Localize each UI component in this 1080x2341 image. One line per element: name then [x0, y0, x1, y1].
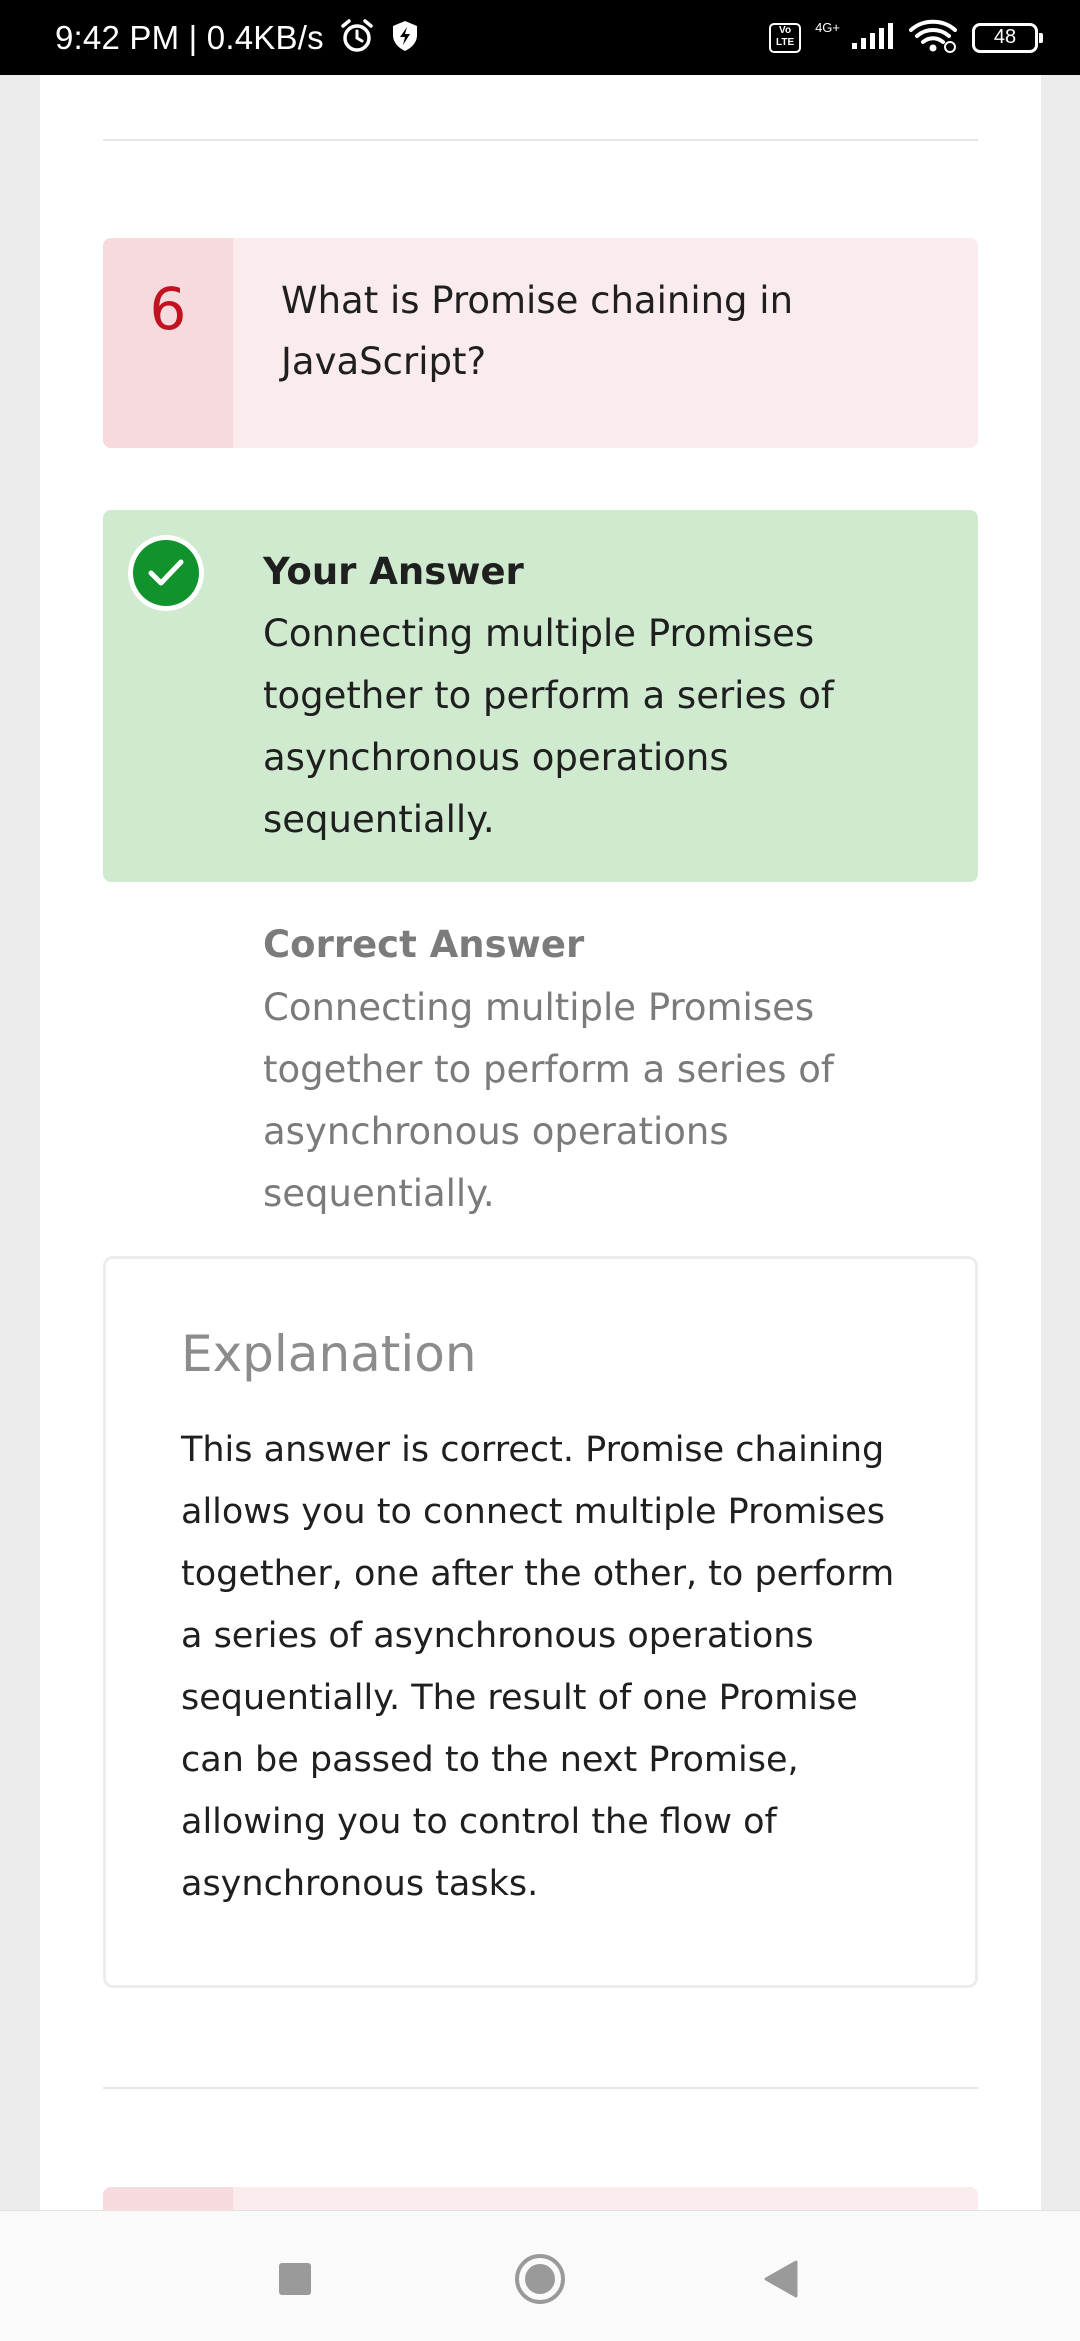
volte-icon: Vo LTE [769, 22, 802, 53]
explanation-title: Explanation [181, 1325, 477, 1383]
battery-indicator: 48 [972, 22, 1043, 53]
your-answer-title: Your Answer [263, 550, 524, 593]
signal-icon [850, 21, 894, 55]
explanation-text: This answer is correct. Promise chaining… [181, 1430, 895, 1904]
shield-bolt-icon [390, 19, 420, 57]
navigation-bar [0, 2210, 1080, 2341]
correct-answer-title: Correct Answer [263, 923, 585, 966]
square-icon [279, 2263, 311, 2295]
explanation-box: Explanation This answer is correct. Prom… [103, 1256, 978, 1988]
question-number: 6 [103, 238, 233, 448]
recent-apps-button[interactable] [260, 2244, 330, 2314]
status-left: 9:42 PM | 0.4KB/s [55, 17, 420, 59]
back-button[interactable] [746, 2244, 816, 2314]
your-answer-box: Your Answer Connecting multiple Promises… [103, 510, 978, 882]
home-circle-icon [515, 2254, 565, 2304]
your-answer-text: Connecting multiple Promises together to… [263, 612, 834, 841]
status-time: 9:42 PM | 0.4KB/s [55, 18, 324, 56]
question-box: 6 What is Promise chaining in JavaScript… [103, 238, 978, 448]
home-button[interactable] [505, 2244, 575, 2314]
quiz-review-card: 6 What is Promise chaining in JavaScript… [40, 75, 1041, 2227]
network-type-label: 4G+ [815, 20, 840, 35]
divider-top [103, 139, 978, 141]
alarm-icon [338, 17, 376, 59]
wifi-icon [908, 18, 958, 58]
divider-bottom [103, 2087, 978, 2089]
check-circle-icon [128, 535, 204, 611]
question-text: What is Promise chaining in JavaScript? [281, 279, 794, 383]
status-bar: 9:42 PM | 0.4KB/s Vo LTE 4G+ 48 [0, 0, 1080, 75]
back-triangle-icon [764, 2260, 798, 2298]
status-right: Vo LTE 4G+ 48 [769, 18, 1043, 58]
correct-answer-text: Connecting multiple Promises together to… [263, 986, 834, 1215]
